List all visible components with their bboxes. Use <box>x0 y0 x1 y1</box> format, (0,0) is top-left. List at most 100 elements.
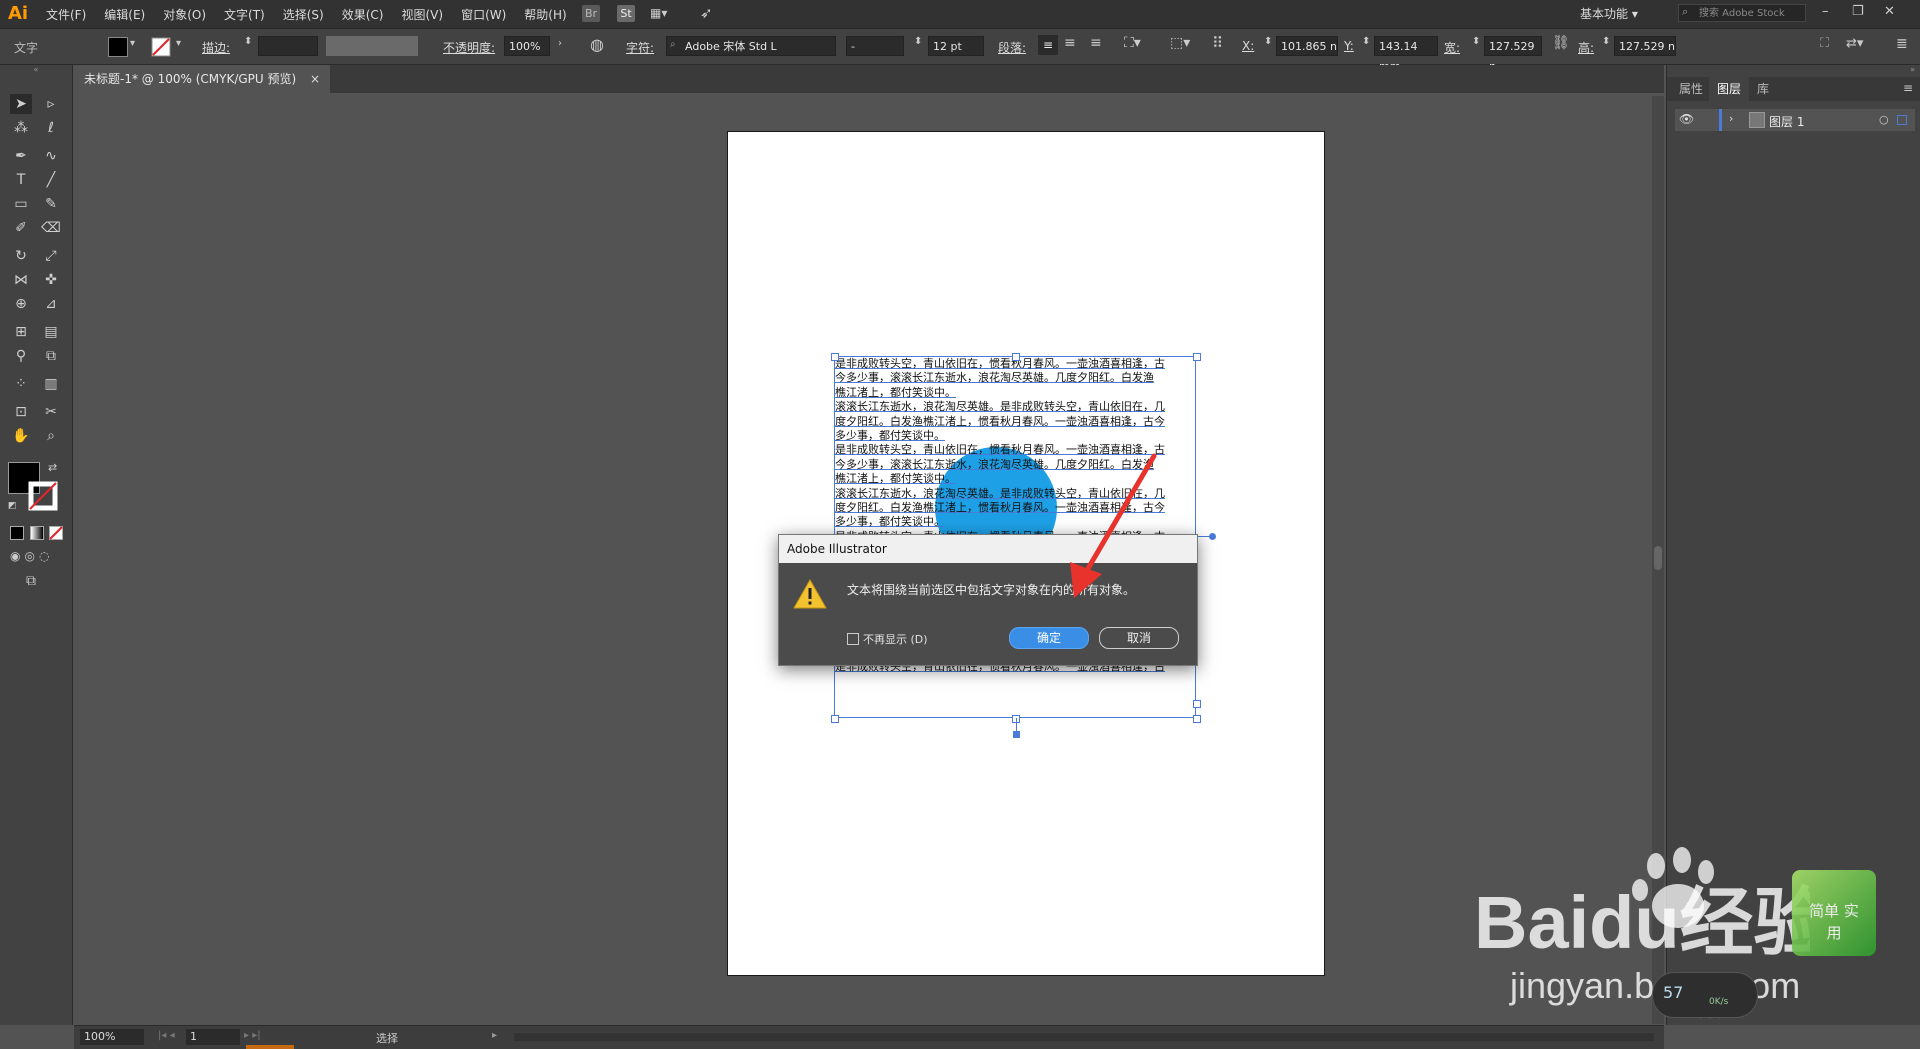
paintbrush-tool-icon[interactable]: ✎ <box>40 194 62 214</box>
menu-view[interactable]: 视图(V) <box>401 6 443 23</box>
draw-modes-icon[interactable]: ◉◎◌ <box>10 549 53 563</box>
ok-button[interactable]: 确定 <box>1009 627 1089 649</box>
shape-builder-tool-icon[interactable]: ⊕ <box>10 294 32 314</box>
slice-tool-icon[interactable]: ✂ <box>40 402 62 422</box>
zoom-select[interactable]: 100% <box>80 1029 144 1045</box>
workspace-switcher[interactable]: 基本功能 ▾ <box>1580 5 1638 22</box>
eraser-tool-icon[interactable]: ⌫ <box>40 218 62 238</box>
height-field[interactable]: 127.529 n <box>1614 36 1676 56</box>
artboard-tool-icon[interactable]: ⊡ <box>10 402 32 422</box>
mesh-tool-icon[interactable]: ⊞ <box>10 322 32 342</box>
curvature-tool-icon[interactable]: ∿ <box>40 146 62 166</box>
vertical-scroll-thumb[interactable] <box>1654 546 1662 570</box>
layer-name[interactable]: 图层 1 <box>1769 113 1804 130</box>
visibility-eye-icon[interactable]: 👁 <box>1679 112 1694 126</box>
collapse-icon[interactable]: « <box>0 65 72 75</box>
circle-anchor-point[interactable] <box>1209 533 1216 540</box>
tab-properties[interactable]: 属性 <box>1671 77 1711 101</box>
selection-handle[interactable] <box>1193 353 1201 361</box>
menu-effect[interactable]: 效果(C) <box>342 6 384 23</box>
stock-icon[interactable]: St <box>617 5 635 22</box>
selection-handle[interactable] <box>831 715 839 723</box>
color-mode-icon[interactable] <box>10 526 24 540</box>
panel-menu-icon[interactable]: ≡ <box>1903 81 1913 95</box>
align-right-icon[interactable]: ≡ <box>1090 35 1102 51</box>
x-position-field[interactable]: 101.865 n <box>1276 36 1338 56</box>
menu-window[interactable]: 窗口(W) <box>461 6 506 23</box>
type-tool-icon[interactable]: T <box>10 170 32 190</box>
stroke-weight-field[interactable] <box>258 36 318 56</box>
menu-help[interactable]: 帮助(H) <box>524 6 566 23</box>
menu-icon[interactable]: ≣ <box>1896 36 1908 52</box>
stroke-none-swatch[interactable] <box>151 37 171 57</box>
first-page-icon[interactable]: |◂ ◂ <box>158 1030 175 1041</box>
tab-libraries[interactable]: 库 <box>1749 77 1777 101</box>
opacity-field[interactable]: 100% <box>504 36 550 56</box>
rectangle-tool-icon[interactable]: ▭ <box>10 194 32 214</box>
width-tool-icon[interactable]: ⋈ <box>10 270 32 290</box>
selection-tool-icon[interactable]: ➤ <box>10 94 32 114</box>
pen-tool-icon[interactable]: ✒ <box>10 146 32 166</box>
rotate-tool-icon[interactable]: ↻ <box>10 246 32 266</box>
close-tab-icon[interactable]: × <box>310 65 320 93</box>
fill-swatch[interactable] <box>108 37 128 57</box>
collapse-icon[interactable]: » <box>1667 65 1920 75</box>
font-family-select[interactable]: Adobe 宋体 Std L <box>666 36 836 56</box>
magic-wand-tool-icon[interactable]: ⁂ <box>10 118 32 138</box>
chevron-down-icon[interactable]: ▾ <box>176 38 181 49</box>
puppet-warp-tool-icon[interactable]: ✜ <box>40 270 62 290</box>
perspective-grid-tool-icon[interactable]: ⊿ <box>40 294 62 314</box>
transform-icon[interactable]: ⛶▾ <box>1124 35 1141 51</box>
panel-options-icon[interactable]: ⇄▾ <box>1846 36 1863 51</box>
tab-layers[interactable]: 图层 <box>1709 77 1750 101</box>
checkbox-box[interactable] <box>847 633 859 645</box>
stepper-icon[interactable]: ⬍ <box>1602 36 1610 47</box>
menu-object[interactable]: 对象(O) <box>163 6 206 23</box>
variable-width-profile[interactable] <box>326 36 418 56</box>
restore-icon[interactable]: ❐ <box>1852 4 1864 19</box>
zoom-tool-icon[interactable]: ⌕ <box>40 426 62 446</box>
hand-tool-icon[interactable]: ✋ <box>10 426 32 446</box>
stepper-icon[interactable]: ⬍ <box>1264 36 1272 47</box>
menu-edit[interactable]: 编辑(E) <box>104 6 145 23</box>
stepper-icon[interactable]: ⬍ <box>244 36 252 47</box>
menu-file[interactable]: 文件(F) <box>46 6 86 23</box>
gpu-performance-icon[interactable]: ➶ <box>700 4 713 22</box>
chevron-right-icon[interactable]: › <box>558 38 562 49</box>
symbol-sprayer-tool-icon[interactable]: ⁘ <box>10 374 32 394</box>
selection-handle[interactable] <box>1193 715 1201 723</box>
reference-point-icon[interactable]: ⠿ <box>1212 34 1223 52</box>
page-select[interactable]: 1 <box>186 1029 240 1045</box>
selection-handle[interactable] <box>831 353 839 361</box>
close-window-icon[interactable]: ✕ <box>1884 4 1895 19</box>
stepper-icon[interactable]: ⬍ <box>1472 36 1480 47</box>
arrange-documents-icon[interactable]: ▦▾ <box>650 6 667 20</box>
bridge-icon[interactable]: Br <box>582 5 600 22</box>
selected-art-icon[interactable] <box>1897 115 1907 125</box>
selection-handle[interactable] <box>1193 700 1201 708</box>
stock-search-input[interactable]: 搜索 Adobe Stock <box>1678 4 1806 22</box>
width-field[interactable]: 127.529 n <box>1484 36 1542 73</box>
none-mode-icon[interactable] <box>49 526 63 540</box>
stepper-icon[interactable]: ⬍ <box>914 36 922 47</box>
shaper-tool-icon[interactable]: ✐ <box>10 218 32 238</box>
next-page-icon[interactable]: ▸ ▸| <box>244 1030 261 1041</box>
align-objects-icon[interactable]: ⬚▾ <box>1170 35 1190 51</box>
stroke-color-swatch[interactable] <box>28 481 58 511</box>
default-colors-icon[interactable]: ◩ <box>8 501 17 511</box>
gradient-tool-icon[interactable]: ▤ <box>40 322 62 342</box>
line-tool-icon[interactable]: ╱ <box>40 170 62 190</box>
expand-layer-icon[interactable]: › <box>1729 112 1733 125</box>
status-menu-icon[interactable]: ▸ <box>492 1030 497 1041</box>
link-proportions-icon[interactable]: ⛓ <box>1552 35 1570 51</box>
font-size-field[interactable]: 12 pt <box>928 36 984 56</box>
selection-handle[interactable] <box>1012 353 1020 361</box>
lasso-tool-icon[interactable]: ℓ <box>40 118 62 138</box>
layer-row[interactable]: 👁 › 图层 1 ○ <box>1675 109 1915 131</box>
dont-show-again-checkbox[interactable]: 不再显示 (D) <box>847 631 928 647</box>
menu-select[interactable]: 选择(S) <box>283 6 324 23</box>
chevron-down-icon[interactable]: ▾ <box>130 38 135 49</box>
rotate-handle[interactable] <box>1013 731 1020 738</box>
direct-selection-tool-icon[interactable]: ▹ <box>40 94 62 114</box>
screen-mode-icon[interactable]: ⧉ <box>26 573 36 589</box>
